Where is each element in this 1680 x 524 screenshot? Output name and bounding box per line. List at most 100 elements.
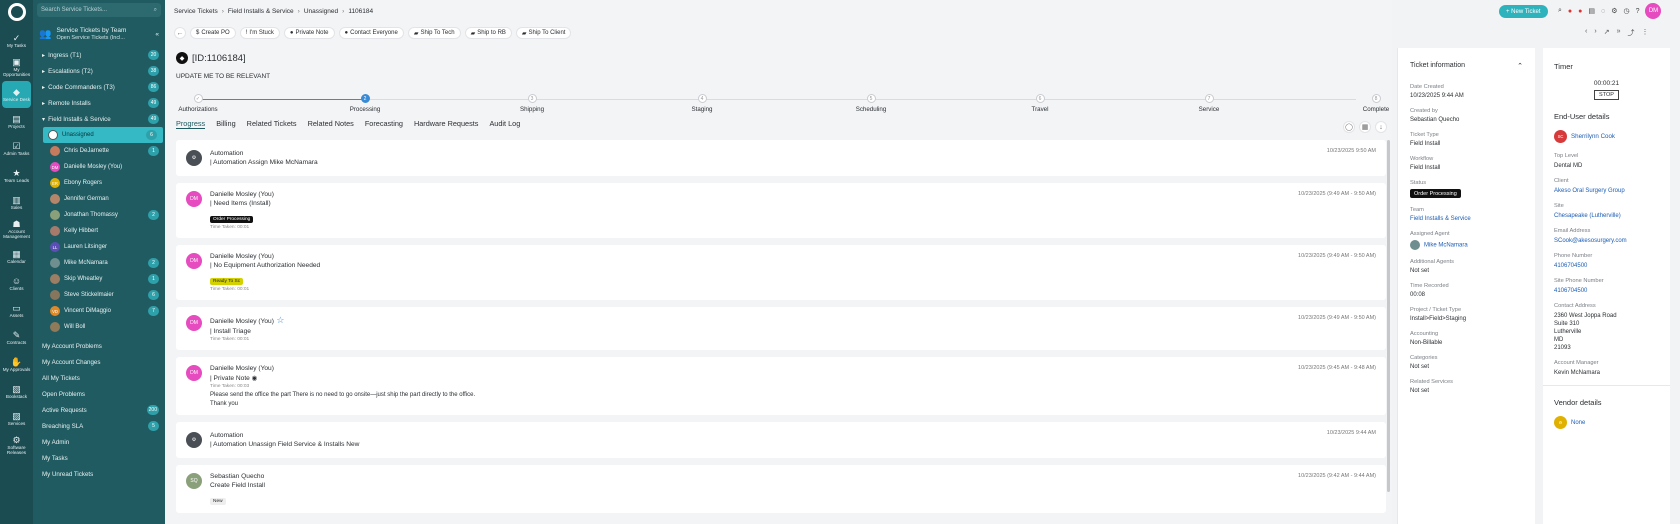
stage-travel[interactable]: 6 Travel [1000, 94, 1080, 113]
tab-audit-log[interactable]: Audit Log [489, 119, 520, 129]
settings-icon[interactable]: ⚙ [1611, 7, 1617, 15]
field-value[interactable]: Mike McNamara [1410, 240, 1523, 250]
ship-to-rb-button[interactable]: ▰ Ship to RB [464, 27, 512, 39]
rail-team-leads[interactable]: ★ Team Leads [0, 162, 33, 189]
help-icon[interactable]: ? [1636, 8, 1640, 15]
tab-related-tickets[interactable]: Related Tickets [247, 119, 297, 129]
next-icon[interactable]: › [1594, 28, 1596, 38]
sidebar-member-unassigned[interactable]: Unassigned 6 [43, 127, 163, 143]
tab-related-notes[interactable]: Related Notes [308, 119, 354, 129]
sidebar-member-jennifer-german[interactable]: Jennifer German [33, 191, 165, 207]
vendor-value[interactable]: None [1571, 420, 1585, 426]
stop-button[interactable]: STOP [1594, 90, 1619, 100]
sidebar-link-open-problems[interactable]: Open Problems [33, 386, 165, 402]
comment-icon[interactable]: ◯ [1343, 121, 1355, 133]
download-icon[interactable]: ↓ [1375, 121, 1387, 133]
search-icon[interactable]: ⌕ [1558, 7, 1562, 15]
back-icon[interactable]: ← [174, 27, 186, 39]
sidebar-member-danielle-mosley-you[interactable]: DM Danielle Mosley (You) [33, 159, 165, 175]
prev-icon[interactable]: ‹ [1585, 28, 1587, 38]
calendar-icon[interactable]: ▦ [1359, 121, 1371, 133]
sidebar-group-remote-installs[interactable]: ▸ Remote Installs 49 [33, 95, 165, 111]
sidebar-link-breaching-sla[interactable]: Breaching SLA 5 [33, 418, 165, 434]
sidebar-member-lauren-litsinger[interactable]: LL Lauren Litsinger [33, 239, 165, 255]
sidebar-member-vincent-dimaggio[interactable]: VD Vincent DiMaggio 7 [33, 303, 165, 319]
tab-billing[interactable]: Billing [216, 119, 235, 129]
bell-icon[interactable]: ● [1568, 8, 1572, 15]
more-icon[interactable]: ⋮ [1641, 28, 1648, 38]
star-icon[interactable]: ☆ [274, 315, 284, 325]
rail-my-tasks[interactable]: ✓ My Tasks [0, 27, 33, 54]
sidebar-member-jonathan-thomassy[interactable]: Jonathan Thomassy 2 [33, 207, 165, 223]
stage-service[interactable]: 7 Service [1169, 94, 1249, 113]
rail-admin-tasks[interactable]: ☑ Admin Tasks [0, 135, 33, 162]
rail-calendar[interactable]: ▦ Calendar [0, 243, 33, 270]
new-ticket-button[interactable]: + New Ticket [1499, 5, 1548, 18]
expand-icon[interactable]: ▾ [42, 116, 45, 123]
rail-account-management[interactable]: ☗ Account Management [0, 216, 33, 243]
ticket-info-header[interactable]: Ticket information ⌃ [1398, 48, 1535, 84]
sidebar-link-all-my-tickets[interactable]: All My Tickets [33, 370, 165, 386]
field-value[interactable]: Akeso Oral Surgery Group [1554, 187, 1659, 195]
stage-scheduling[interactable]: 5 Scheduling [831, 94, 911, 113]
contact-everyone-button[interactable]: ● Contact Everyone [338, 27, 404, 39]
breadcrumb-item[interactable]: Unassigned [304, 8, 338, 15]
feed-icon[interactable]: ◌ [1601, 8, 1605, 15]
expand-icon[interactable]: ▸ [42, 100, 45, 107]
sidebar-member-mike-mcnamara[interactable]: Mike McNamara 2 [33, 255, 165, 271]
field-value[interactable]: Field Installs & Service [1410, 216, 1523, 222]
sidebar-member-will-boll[interactable]: Will Boll [33, 319, 165, 335]
stage-staging[interactable]: 4 Staging [662, 94, 742, 113]
sidebar-member-skip-wheatley[interactable]: Skip Wheatley 1 [33, 271, 165, 287]
sidebar-link-my-unread-tickets[interactable]: My Unread Tickets [33, 466, 165, 482]
mail-icon[interactable]: ● [1578, 8, 1582, 15]
rail-service-desk[interactable]: ◆ Service Desk [2, 81, 31, 108]
stage-shipping[interactable]: 3 Shipping [492, 94, 572, 113]
sidebar-group-field-installs-service[interactable]: ▾ Field Installs & Service 49 [33, 111, 165, 127]
end-user-name[interactable]: Sherrilynn Cook [1571, 133, 1615, 140]
collapse-icon[interactable]: » [1617, 28, 1621, 38]
private-note-button[interactable]: ● Private Note [283, 27, 335, 39]
sidebar-link-my-admin[interactable]: My Admin [33, 434, 165, 450]
stage-processing[interactable]: 2 Processing [325, 94, 405, 113]
search-input[interactable]: Search Service Tickets... [41, 7, 107, 13]
sidebar-link-my-account-changes[interactable]: My Account Changes [33, 354, 165, 370]
ticket-subject[interactable]: UPDATE ME TO BE RELEVANT [176, 73, 270, 80]
rail-my-opportunities[interactable]: ▣ My Opportunities [0, 54, 33, 81]
app-logo[interactable] [7, 3, 26, 21]
tasks-icon[interactable]: ▤ [1588, 7, 1595, 15]
sidebar-member-steve-stickelmaier[interactable]: Steve Stickelmaier 6 [33, 287, 165, 303]
tab-forecasting[interactable]: Forecasting [365, 119, 403, 129]
feed-scrollbar[interactable] [1387, 140, 1390, 492]
collapse-icon[interactable]: « [155, 31, 159, 38]
chevron-up-icon[interactable]: ⌃ [1517, 62, 1523, 70]
sidebar-member-ebony-rogers[interactable]: ER Ebony Rogers [33, 175, 165, 191]
sidebar-link-my-tasks[interactable]: My Tasks [33, 450, 165, 466]
rail-software-releases[interactable]: ⚙ Software Releases [0, 432, 33, 459]
rail-my-approvals[interactable]: ✋ My Approvals [0, 351, 33, 378]
sidebar-member-kelly-hibbert[interactable]: Kelly Hibbert [33, 223, 165, 239]
create-po-button[interactable]: $ Create PO [190, 27, 236, 39]
clock-icon[interactable]: ◷ [1623, 7, 1629, 15]
sidebar-link-my-account-problems[interactable]: My Account Problems [33, 338, 165, 354]
team-filter[interactable]: Open Service Tickets (Incl... [56, 35, 126, 41]
rail-bookstack[interactable]: ▧ Bookstack [0, 378, 33, 405]
expand-icon[interactable]: ▸ [42, 52, 45, 59]
field-value[interactable]: Chesapeake (Lutherville) [1554, 212, 1659, 220]
rail-clients[interactable]: ☺ Clients [0, 270, 33, 297]
open-icon[interactable]: ↗ [1604, 28, 1610, 38]
share-icon[interactable]: ⤴ [1627, 28, 1634, 38]
rail-assets[interactable]: ▭ Assets [0, 297, 33, 324]
stage-authorizations[interactable]: ✓ Authorizations [158, 94, 238, 113]
field-value[interactable]: 4106704500 [1554, 287, 1659, 295]
sidebar-member-chris-dejarnette[interactable]: Chris DeJarnette 1 [33, 143, 165, 159]
sidebar-search[interactable]: Search Service Tickets... ⌕ [37, 3, 161, 17]
sidebar-group-ingress-t1[interactable]: ▸ Ingress (T1) 20 [33, 47, 165, 63]
breadcrumb-item[interactable]: Service Tickets [174, 8, 218, 15]
breadcrumb-item[interactable]: Field Installs & Service [228, 8, 294, 15]
expand-icon[interactable]: ▸ [42, 84, 45, 91]
team-header[interactable]: 👥 Service Tickets by Team Open Service T… [33, 21, 165, 47]
field-value[interactable]: SCook@akesosurgery.com [1554, 237, 1659, 245]
tab-hardware-requests[interactable]: Hardware Requests [414, 119, 479, 129]
rail-services[interactable]: ▨ Services [0, 405, 33, 432]
